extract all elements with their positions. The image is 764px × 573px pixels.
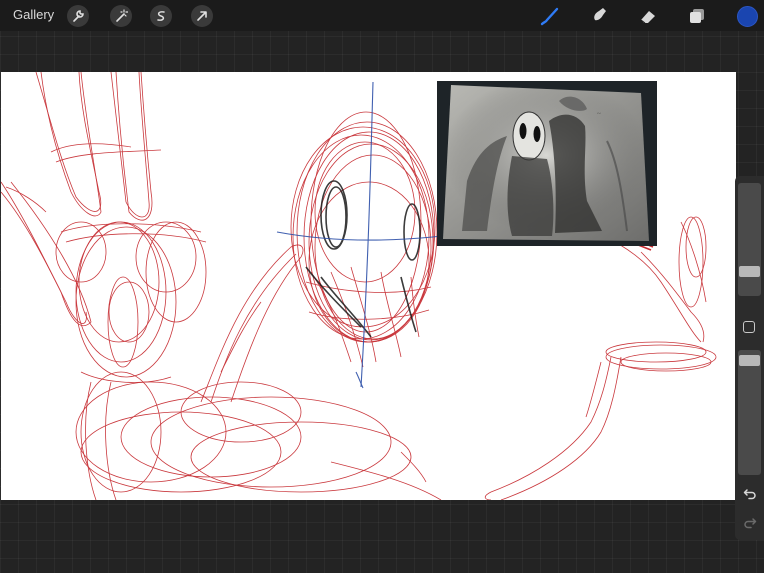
wrench-icon[interactable] [67,5,89,27]
svg-text:~: ~ [597,110,601,118]
opacity-handle[interactable] [739,355,760,366]
drawing-canvas[interactable]: ~ [1,72,736,500]
eraser-icon[interactable] [636,4,660,28]
magic-wand-icon[interactable] [110,5,132,27]
top-toolbar: Gallery [0,0,764,31]
modify-square-icon[interactable] [743,321,755,333]
brush-size-handle[interactable] [739,266,760,277]
opacity-slider[interactable] [738,350,761,475]
selection-icon[interactable] [150,5,172,27]
pencil-drawing-photo: ~ [437,81,657,246]
color-picker-button[interactable] [737,6,758,27]
brush-sidebar [735,176,764,540]
gallery-button[interactable]: Gallery [13,7,54,22]
undo-icon[interactable] [740,484,760,504]
smudge-icon[interactable] [586,4,610,28]
layers-icon[interactable] [685,4,709,28]
reference-photo: ~ [437,81,657,246]
redo-icon[interactable] [740,513,760,533]
brush-size-slider[interactable] [738,183,761,296]
transform-arrow-icon[interactable] [191,5,213,27]
brush-icon[interactable] [537,4,561,28]
